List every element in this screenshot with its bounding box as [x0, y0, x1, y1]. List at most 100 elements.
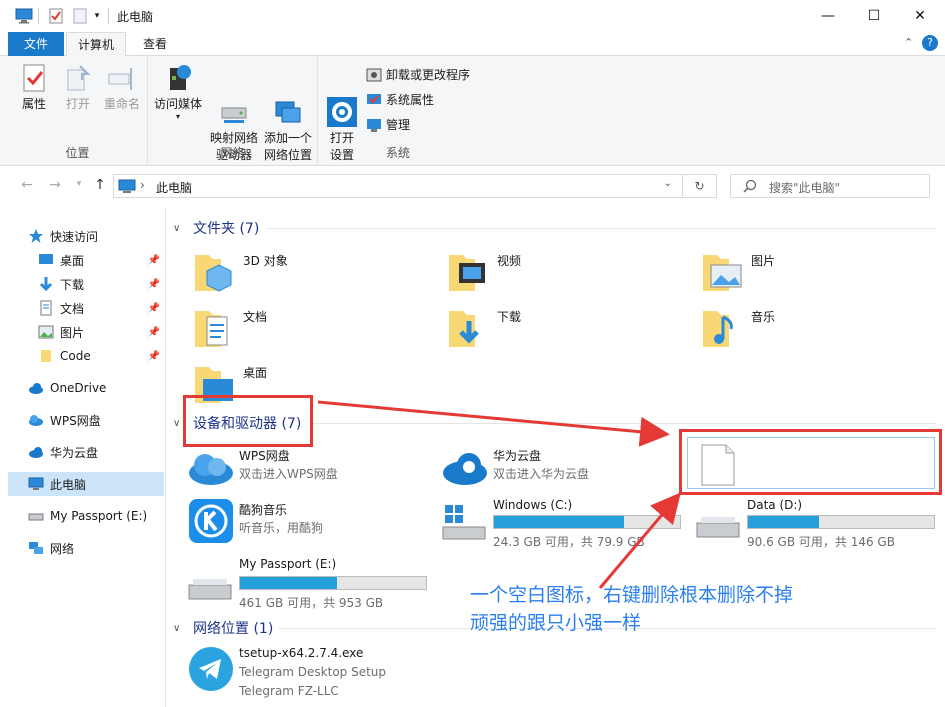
device-huawei-cloud[interactable]: 华为云盘 双击进入华为云盘 — [441, 443, 681, 497]
properties-icon[interactable] — [46, 7, 66, 25]
drive-windows-c[interactable]: Windows (C:) 24.3 GB 可用，共 79.9 GB — [441, 497, 701, 551]
drive-icon — [188, 579, 232, 600]
system-properties-icon — [366, 92, 382, 108]
section-header-network[interactable]: ∨ 网络位置 (1) — [173, 618, 273, 638]
folder-music-icon — [703, 311, 733, 347]
collapse-ribbon-icon[interactable]: ⌃ — [904, 36, 913, 49]
sidebar-item-desktop[interactable]: 桌面 📌 — [38, 248, 164, 272]
sidebar-item-label: 网络 — [50, 541, 75, 556]
sidebar-item-downloads[interactable]: 下载 📌 — [38, 272, 164, 296]
tab-file[interactable]: 文件 — [8, 32, 64, 56]
rename-icon — [106, 62, 138, 94]
sidebar-item-onedrive[interactable]: OneDrive — [28, 376, 164, 400]
document-icon — [38, 300, 54, 316]
ribbon-group-location: 属性 打开 重命名 位置 — [8, 56, 148, 166]
drive-data-d[interactable]: Data (D:) 90.6 GB 可用，共 146 GB — [695, 497, 945, 551]
device-subtitle: 双击进入华为云盘 — [493, 467, 590, 481]
cloud-icon — [28, 380, 44, 396]
annotation-highlight-box — [679, 429, 942, 495]
open-button[interactable]: 打开 — [58, 62, 98, 113]
device-name: WPS网盘 — [239, 449, 290, 463]
uninstall-programs-button[interactable]: 卸载或更改程序 — [366, 65, 470, 85]
section-header-folders[interactable]: ∨ 文件夹 (7) — [173, 218, 259, 238]
breadcrumb[interactable]: 此电脑 — [156, 179, 192, 196]
sidebar-item-label: 文档 — [60, 301, 85, 316]
ribbon-group-label: 位置 — [65, 146, 90, 160]
sidebar-item-this-pc[interactable]: 此电脑 — [8, 472, 164, 496]
pin-icon: 📌 — [147, 254, 160, 266]
address-bar[interactable]: › 此电脑 ⌄ — [113, 174, 683, 198]
device-kugou-music[interactable]: 酷狗音乐 听音乐，用酷狗 — [187, 497, 427, 551]
folder-3d-objects-icon — [195, 255, 232, 292]
device-subtitle: 24.3 GB 可用，共 79.9 GB — [493, 535, 645, 549]
device-subtitle: 461 GB 可用，共 953 GB — [239, 596, 384, 610]
navigation-pane: 快速访问 桌面 📌 下载 📌 文档 📌 图片 📌 Code 📌 OneDrive… — [0, 207, 166, 707]
folder-pictures[interactable]: 图片 — [699, 247, 919, 301]
folder-videos[interactable]: 视频 — [445, 247, 665, 301]
properties-button[interactable]: 属性 — [14, 62, 54, 113]
section-divider — [267, 228, 937, 229]
tab-computer[interactable]: 计算机 — [66, 32, 126, 57]
sidebar-item-wps[interactable]: WPS网盘 — [28, 408, 164, 432]
folder-3d-objects[interactable]: 3D 对象 — [191, 247, 411, 301]
sidebar-item-my-passport[interactable]: My Passport (E:) — [28, 504, 164, 528]
drive-my-passport-e[interactable]: My Passport (E:) 461 GB 可用，共 953 GB — [187, 557, 447, 613]
search-input[interactable]: 搜索"此电脑" — [730, 174, 930, 198]
ribbon-group-network: 访问媒体 ▾ 映射网络 驱动器 添加一个 网络位置 网络 — [148, 56, 318, 166]
drive-usage-fill — [240, 577, 337, 589]
tab-view[interactable]: 查看 — [132, 32, 178, 56]
device-wps-cloud[interactable]: WPS网盘 双击进入WPS网盘 — [187, 443, 427, 497]
rename-label: 重命名 — [103, 97, 140, 111]
help-icon[interactable]: ? — [922, 35, 938, 51]
sidebar-item-network[interactable]: 网络 — [28, 536, 164, 560]
rename-button[interactable]: 重命名 — [100, 62, 144, 113]
computer-icon — [28, 476, 44, 492]
search-placeholder: 搜索"此电脑" — [769, 181, 841, 195]
new-folder-icon[interactable] — [70, 7, 90, 25]
customize-quick-access-icon[interactable]: ▾ — [90, 7, 104, 25]
system-properties-button[interactable]: 系统属性 — [366, 90, 434, 110]
device-name: 酷狗音乐 — [239, 503, 288, 517]
wps-cloud-icon — [189, 454, 233, 485]
sidebar-item-label: 下载 — [60, 277, 85, 292]
programs-icon — [366, 67, 382, 83]
folder-music[interactable]: 音乐 — [699, 303, 919, 357]
star-icon — [28, 228, 44, 244]
folder-downloads[interactable]: 下载 — [445, 303, 665, 357]
sidebar-item-label: 华为云盘 — [50, 445, 99, 460]
divider — [38, 8, 39, 24]
ribbon-tabs: 文件 计算机 查看 ⌃ ? — [0, 32, 945, 57]
section-title: 网络位置 (1) — [193, 621, 274, 637]
drive-icon — [28, 508, 44, 524]
network-item-company: Telegram FZ-LLC — [239, 684, 339, 698]
drive-usage-bar — [747, 515, 935, 529]
sidebar-item-huawei[interactable]: 华为云盘 — [28, 440, 164, 464]
section-title: 文件夹 (7) — [193, 221, 260, 237]
address-history-chevron-icon[interactable]: ⌄ — [664, 178, 672, 189]
address-row: ← → ▾ ↑ › 此电脑 ⌄ ↻ 搜索"此电脑" — [0, 167, 945, 207]
minimize-button[interactable]: — — [805, 0, 851, 32]
sidebar-item-quick-access[interactable]: 快速访问 — [28, 224, 164, 248]
folder-documents[interactable]: 文档 — [191, 303, 411, 357]
close-button[interactable]: ✕ — [897, 0, 943, 32]
kugou-icon — [189, 499, 233, 543]
network-item-telegram-setup[interactable]: tsetup-x64.2.7.4.exe Telegram Desktop Se… — [187, 645, 487, 705]
settings-gear-icon — [326, 79, 358, 127]
refresh-icon: ↻ — [694, 179, 705, 193]
back-arrow-icon[interactable]: ← — [16, 177, 38, 197]
refresh-button[interactable]: ↻ — [683, 174, 717, 198]
sidebar-item-pictures[interactable]: 图片 📌 — [38, 320, 164, 344]
sidebar-item-documents[interactable]: 文档 📌 — [38, 296, 164, 320]
maximize-button[interactable]: ☐ — [851, 0, 897, 32]
divider — [108, 8, 109, 24]
up-arrow-icon[interactable]: ↑ — [89, 177, 111, 197]
folder-documents-icon — [195, 311, 228, 347]
recent-locations-icon[interactable]: ▾ — [68, 179, 90, 199]
forward-arrow-icon[interactable]: → — [44, 177, 66, 197]
manage-button[interactable]: 管理 — [366, 115, 410, 135]
telegram-icon — [189, 647, 233, 691]
network-icon — [28, 540, 44, 556]
sidebar-item-code[interactable]: Code 📌 — [38, 344, 164, 368]
access-media-button[interactable]: 访问媒体 ▾ — [150, 62, 206, 121]
folder-label: 下载 — [497, 310, 522, 324]
